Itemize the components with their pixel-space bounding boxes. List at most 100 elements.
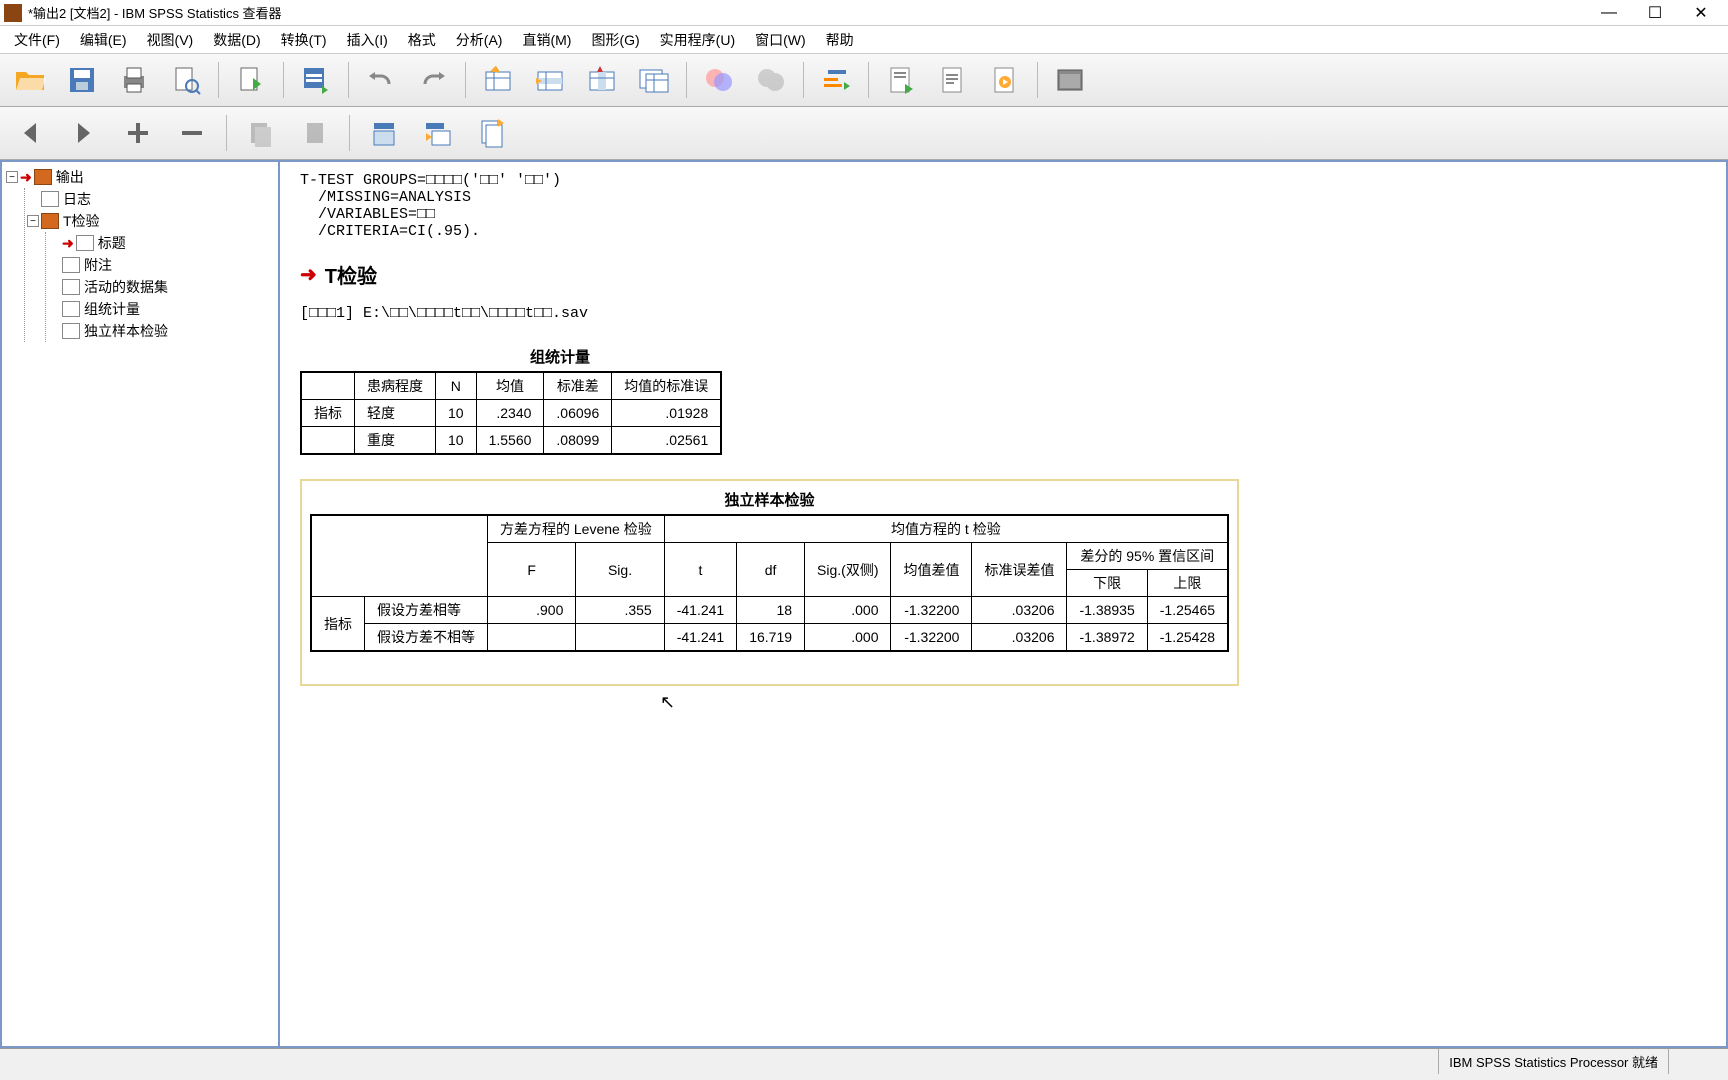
new-page-button[interactable]	[470, 111, 514, 155]
tree-log[interactable]: 日志	[27, 188, 274, 210]
menu-graphs[interactable]: 图形(G)	[585, 28, 645, 52]
dataset-path: [□□□1] E:\□□\□□□□t□□\□□□□t□□.sav	[300, 305, 1706, 322]
show-button[interactable]	[362, 111, 406, 155]
page-icon	[62, 301, 80, 317]
run-script-button[interactable]	[983, 58, 1027, 102]
goto-data-button[interactable]	[476, 58, 520, 102]
tree-notes[interactable]: 附注	[48, 254, 274, 276]
tree-active-dataset[interactable]: 活动的数据集	[48, 276, 274, 298]
group-statistics-table[interactable]: 患病程度 N 均值 标准差 均值的标准误 指标 轻度 10 .2340 .060…	[300, 371, 722, 455]
row-label: 指标	[311, 597, 365, 652]
col-header: F	[488, 543, 576, 597]
toolbar-main	[0, 54, 1728, 107]
menu-view[interactable]: 视图(V)	[141, 28, 200, 52]
window-title: *输出2 [文档2] - IBM SPSS Statistics 查看器	[28, 3, 1586, 22]
tree-label: 输出	[56, 167, 84, 187]
menu-analyze[interactable]: 分析(A)	[450, 28, 509, 52]
hide-button[interactable]	[416, 111, 460, 155]
app-icon	[4, 4, 22, 22]
goto-case-button[interactable]	[528, 58, 572, 102]
menu-window[interactable]: 窗口(W)	[749, 28, 812, 52]
tree-title[interactable]: ➜ 标题	[48, 232, 274, 254]
open-button[interactable]	[8, 58, 52, 102]
table-row: 重度 10 1.5560 .08099 .02561	[301, 427, 721, 455]
col-header: df	[737, 543, 805, 597]
print-preview-button[interactable]	[164, 58, 208, 102]
tree-label: 日志	[63, 189, 91, 209]
independent-test-wrap[interactable]: 独立样本检验 方差方程的 Levene 检验 均值方程的 t 检验 F Sig.…	[300, 479, 1239, 686]
output-viewer[interactable]: T-TEST GROUPS=□□□□('□□' '□□') /MISSING=A…	[280, 160, 1728, 1048]
undo-button[interactable]	[359, 58, 403, 102]
col-header: 标准误差值	[972, 543, 1067, 597]
output-icon	[34, 169, 52, 185]
tree-label: 独立样本检验	[84, 321, 168, 341]
menu-format[interactable]: 格式	[402, 28, 442, 52]
promote-button[interactable]	[116, 111, 160, 155]
export-button[interactable]	[229, 58, 273, 102]
table-row: 指标 轻度 10 .2340 .06096 .01928	[301, 400, 721, 427]
statusbar: IBM SPSS Statistics Processor 就绪	[0, 1048, 1728, 1074]
expand-button[interactable]	[239, 111, 283, 155]
page-icon	[62, 257, 80, 273]
page-icon	[62, 279, 80, 295]
col-header: N	[436, 372, 477, 400]
section-title: T检验	[325, 260, 377, 289]
col-header: 均值差值	[891, 543, 972, 597]
tree-label: 附注	[84, 255, 112, 275]
status-empty	[1668, 1049, 1728, 1074]
row-label: 指标	[301, 400, 355, 427]
tree-label: 组统计量	[84, 299, 140, 319]
close-button[interactable]: ✕	[1678, 0, 1724, 26]
tree-label: T检验	[63, 211, 100, 231]
outline-pane[interactable]: −➜ 输出 日志 − T检验 ➜ 标题	[0, 160, 280, 1048]
collapse-button[interactable]	[293, 111, 337, 155]
col-header: 均值的标准误	[612, 372, 722, 400]
col-header: 差分的 95% 置信区间	[1067, 543, 1228, 570]
tree-label: 活动的数据集	[84, 277, 168, 297]
goto-variable-button[interactable]	[580, 58, 624, 102]
menu-insert[interactable]: 插入(I)	[341, 28, 394, 52]
insert-title-button[interactable]	[879, 58, 923, 102]
table1-title: 组统计量	[300, 346, 820, 367]
section-heading: ➜ T检验	[300, 260, 1706, 289]
syntax-block: T-TEST GROUPS=□□□□('□□' '□□') /MISSING=A…	[300, 172, 1706, 240]
maximize-button[interactable]: ☐	[1632, 0, 1678, 26]
tree-root-output[interactable]: −➜ 输出	[6, 166, 274, 188]
back-button[interactable]	[8, 111, 52, 155]
tree-independent-test[interactable]: 独立样本检验	[48, 320, 274, 342]
col-header: 标准差	[544, 372, 612, 400]
menu-utilities[interactable]: 实用程序(U)	[654, 28, 741, 52]
print-button[interactable]	[112, 58, 156, 102]
demote-button[interactable]	[170, 111, 214, 155]
variables-button[interactable]	[632, 58, 676, 102]
select-button[interactable]	[697, 58, 741, 102]
menu-edit[interactable]: 编辑(E)	[74, 28, 133, 52]
menu-help[interactable]: 帮助	[820, 28, 860, 52]
save-button[interactable]	[60, 58, 104, 102]
table2-title: 独立样本检验	[310, 489, 1229, 510]
col-header: t	[664, 543, 736, 597]
arrow-icon: ➜	[300, 262, 317, 287]
col-header: 上限	[1147, 570, 1228, 597]
menu-direct[interactable]: 直销(M)	[516, 28, 577, 52]
col-header: 下限	[1067, 570, 1147, 597]
minimize-button[interactable]: —	[1586, 0, 1632, 26]
forward-button[interactable]	[62, 111, 106, 155]
tree-ttest[interactable]: − T检验	[27, 210, 274, 232]
menu-data[interactable]: 数据(D)	[207, 28, 266, 52]
tree-group-stats[interactable]: 组统计量	[48, 298, 274, 320]
status-processor: IBM SPSS Statistics Processor 就绪	[1438, 1049, 1668, 1074]
redo-button[interactable]	[411, 58, 455, 102]
table-row: 指标 假设方差相等 .900 .355 -41.241 18 .000 -1.3…	[311, 597, 1228, 624]
select-disabled-button	[749, 58, 793, 102]
cursor-icon: ↖	[660, 692, 675, 713]
table-row: 假设方差不相等 -41.241 16.719 .000 -1.32200 .03…	[311, 624, 1228, 652]
designate-window-button[interactable]	[1048, 58, 1092, 102]
insert-heading-button[interactable]	[814, 58, 858, 102]
group-icon	[41, 213, 59, 229]
log-icon	[41, 191, 59, 207]
menu-transform[interactable]: 转换(T)	[275, 28, 333, 52]
menu-file[interactable]: 文件(F)	[8, 28, 66, 52]
insert-text-button[interactable]	[931, 58, 975, 102]
recall-dialog-button[interactable]	[294, 58, 338, 102]
